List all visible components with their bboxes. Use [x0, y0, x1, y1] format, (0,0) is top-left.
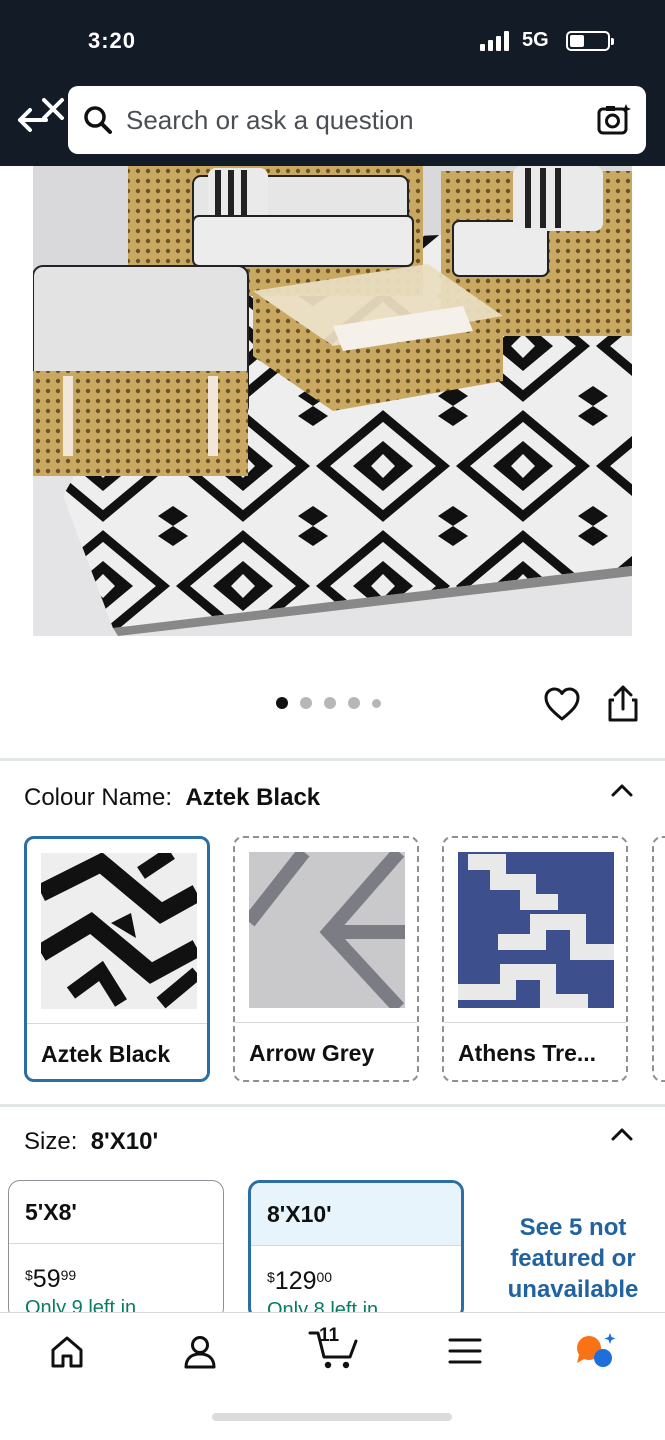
search-input[interactable]: [126, 100, 566, 140]
account-icon[interactable]: [181, 1333, 219, 1376]
size-selected-value: 8'X10': [90, 1128, 159, 1155]
chevron-up-icon[interactable]: [609, 778, 635, 809]
size-price: $5999: [25, 1265, 77, 1293]
size-label: Size:: [24, 1128, 78, 1155]
swatch-image: [249, 852, 405, 1008]
cart-count-badge: 11: [319, 1325, 340, 1346]
carousel-dots[interactable]: [276, 697, 381, 709]
section-divider: [0, 1104, 665, 1107]
swatch-image: [458, 852, 614, 1008]
share-icon[interactable]: [606, 684, 640, 729]
size-option-8x10[interactable]: 8'X10' $12900 Only 8 left in: [248, 1180, 464, 1320]
home-indicator: [212, 1413, 452, 1421]
battery-icon: [566, 31, 614, 51]
carousel-dot[interactable]: [324, 697, 336, 709]
signal-icon: [480, 31, 509, 51]
search-icon: [82, 104, 114, 141]
colour-swatch-more[interactable]: [652, 836, 665, 1082]
swatch-label: Arrow Grey: [249, 1040, 375, 1066]
home-icon[interactable]: [48, 1333, 86, 1376]
status-time: 3:20: [88, 28, 137, 53]
carousel-dot[interactable]: [372, 698, 381, 708]
camera-lens-icon[interactable]: [596, 102, 632, 143]
colour-selected-value: Aztek Black: [185, 784, 321, 811]
back-close-icon[interactable]: [16, 92, 68, 144]
size-name: 8'X10': [267, 1201, 332, 1227]
heart-icon[interactable]: [543, 686, 581, 727]
search-bar[interactable]: [68, 86, 646, 154]
see-unavailable-sizes-link[interactable]: See 5 not featured or unavailable: [500, 1212, 646, 1305]
size-option-5x8[interactable]: 5'X8' $5999 Only 9 left in: [8, 1180, 224, 1320]
carousel-dot[interactable]: [348, 697, 360, 709]
colour-swatch-aztek-black[interactable]: Aztek Black: [24, 836, 210, 1082]
size-price: $12900: [267, 1267, 333, 1295]
colour-label-row: Colour Name: Aztek Black: [24, 784, 320, 812]
colour-swatch-athens[interactable]: Athens Tre...: [442, 836, 628, 1082]
size-label-row: Size: 8'X10': [24, 1128, 158, 1156]
app-header: 3:20 5G: [0, 0, 665, 166]
size-name: 5'X8': [25, 1199, 77, 1225]
product-image[interactable]: [33, 166, 632, 636]
swatch-image: [41, 853, 197, 1009]
menu-icon[interactable]: [447, 1335, 483, 1372]
swatch-label: Athens Tre...: [458, 1040, 597, 1066]
chevron-up-icon[interactable]: [609, 1122, 635, 1153]
carousel-dot[interactable]: [300, 697, 312, 709]
colour-swatch-arrow-grey[interactable]: Arrow Grey: [233, 836, 419, 1082]
section-divider: [0, 758, 665, 761]
colour-label: Colour Name:: [24, 784, 173, 811]
swatch-label: Aztek Black: [41, 1041, 171, 1067]
assistant-icon[interactable]: [574, 1331, 618, 1376]
carousel-dot[interactable]: [276, 697, 288, 709]
network-label: 5G: [522, 29, 549, 51]
